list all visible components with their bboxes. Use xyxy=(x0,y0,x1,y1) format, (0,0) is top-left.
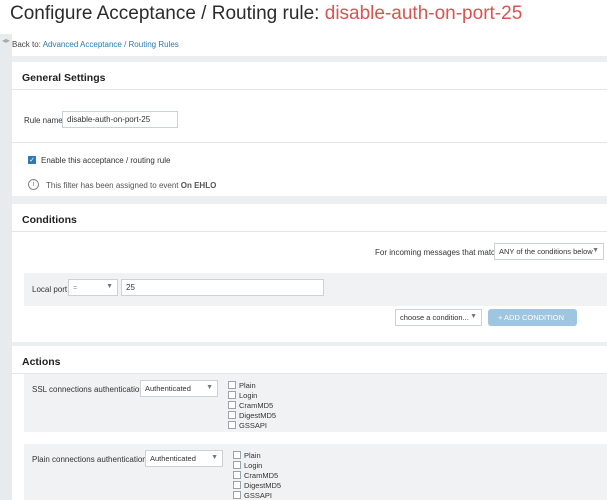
main-content: General Settings Rule name disable-auth-… xyxy=(12,56,607,500)
enable-rule-checkbox[interactable]: ✓ xyxy=(28,156,36,164)
page-title-rule-name: disable-auth-on-port-25 xyxy=(324,3,523,24)
actions-panel: Actions SSL connections authentication A… xyxy=(12,346,607,500)
match-label: For incoming messages that match xyxy=(375,248,500,257)
condition-label: Local port xyxy=(32,285,68,294)
operator-select[interactable]: = ▼ xyxy=(68,279,118,296)
choose-condition-select[interactable]: choose a condition... ▼ xyxy=(395,309,482,326)
plain-plain-label: Plain xyxy=(244,451,261,460)
plain-gssapi-checkbox[interactable] xyxy=(233,491,241,499)
rule-name-label: Rule name xyxy=(24,116,63,125)
ssl-plain-label: Plain xyxy=(239,381,256,390)
general-settings-panel: General Settings Rule name disable-auth-… xyxy=(12,62,607,196)
plain-digestmd5-label: DigestMD5 xyxy=(244,481,282,490)
operator-value: = xyxy=(73,283,78,292)
event-assignment-prefix: This filter has been assigned to event xyxy=(46,181,179,190)
ssl-crammd5-label: CramMD5 xyxy=(239,401,274,410)
page-title-prefix: Configure Acceptance / Routing rule: xyxy=(10,3,325,24)
back-link[interactable]: Advanced Acceptance / Routing Rules xyxy=(43,40,179,49)
event-name: On EHLO xyxy=(180,181,217,190)
info-icon: i xyxy=(28,179,39,190)
ssl-crammd5-checkbox[interactable] xyxy=(228,401,236,409)
breadcrumb-prefix: Back to: xyxy=(12,40,43,49)
plain-gssapi-label: GSSAPI xyxy=(244,491,272,500)
plain-login-label: Login xyxy=(244,461,263,470)
plain-auth-label: Plain connections authentication xyxy=(32,455,147,464)
actions-heading: Actions xyxy=(12,346,607,374)
condition-row: Local port = ▼ 25 xyxy=(24,273,607,306)
breadcrumb: Back to: Advanced Acceptance / Routing R… xyxy=(12,40,179,49)
ssl-plain-checkbox[interactable] xyxy=(228,381,236,389)
ssl-gssapi-label: GSSAPI xyxy=(239,421,267,430)
divider xyxy=(12,142,607,143)
ssl-auth-row: SSL connections authentication Authentic… xyxy=(24,374,607,432)
match-select[interactable]: ANY of the conditions below ▼ xyxy=(494,243,604,260)
add-condition-button[interactable]: + ADD CONDITION xyxy=(488,309,577,326)
plain-crammd5-label: CramMD5 xyxy=(244,471,279,480)
plain-auth-select[interactable]: Authenticated ▼ xyxy=(145,450,223,467)
chevron-down-icon: ▼ xyxy=(206,384,213,391)
port-value-input[interactable]: 25 xyxy=(121,279,324,296)
chevron-down-icon: ▼ xyxy=(211,454,218,461)
left-sidebar-strip: ◂▸ xyxy=(0,34,12,500)
enable-rule-label: Enable this acceptance / routing rule xyxy=(41,156,171,165)
general-settings-heading: General Settings xyxy=(12,62,607,90)
rule-name-input[interactable]: disable-auth-on-port-25 xyxy=(62,111,178,128)
plain-crammd5-checkbox[interactable] xyxy=(233,471,241,479)
page-title: Configure Acceptance / Routing rule: dis… xyxy=(10,3,522,25)
event-assignment-text: This filter has been assigned to event O… xyxy=(46,181,216,190)
choose-condition-placeholder: choose a condition... xyxy=(400,313,469,322)
plain-plain-checkbox[interactable] xyxy=(233,451,241,459)
conditions-panel: Conditions For incoming messages that ma… xyxy=(12,204,607,342)
ssl-login-checkbox[interactable] xyxy=(228,391,236,399)
plain-auth-value: Authenticated xyxy=(150,454,196,463)
chevron-down-icon: ▼ xyxy=(592,247,599,254)
conditions-heading: Conditions xyxy=(12,204,607,232)
chevron-down-icon: ▼ xyxy=(470,313,477,320)
plain-auth-row: Plain connections authentication Authent… xyxy=(24,444,607,500)
chevron-down-icon: ▼ xyxy=(106,283,113,290)
collapse-arrows-icon[interactable]: ◂▸ xyxy=(2,36,10,45)
plain-login-checkbox[interactable] xyxy=(233,461,241,469)
ssl-auth-select[interactable]: Authenticated ▼ xyxy=(140,380,218,397)
match-select-value: ANY of the conditions below xyxy=(499,247,593,256)
ssl-digestmd5-label: DigestMD5 xyxy=(239,411,277,420)
ssl-auth-value: Authenticated xyxy=(145,384,191,393)
ssl-digestmd5-checkbox[interactable] xyxy=(228,411,236,419)
ssl-auth-label: SSL connections authentication xyxy=(32,385,144,394)
ssl-gssapi-checkbox[interactable] xyxy=(228,421,236,429)
plain-digestmd5-checkbox[interactable] xyxy=(233,481,241,489)
ssl-login-label: Login xyxy=(239,391,258,400)
